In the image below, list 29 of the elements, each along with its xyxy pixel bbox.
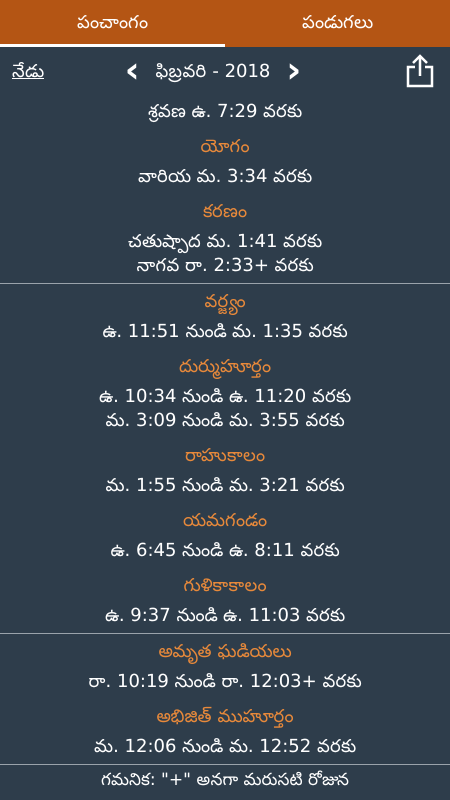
timing-text: ఉ. 9:37 నుండి ఉ. 11:03 వరకు [104, 604, 346, 628]
tab[interactable]: పండుగలు [225, 0, 450, 47]
section-heading: గుళికాకాలం [184, 574, 266, 598]
share-icon[interactable] [406, 54, 434, 88]
section-heading: అభిజిత్ ముహూర్తం [156, 705, 294, 730]
section-heading: అమృత ఘడియలు [158, 640, 292, 666]
timing-text: ఉ. 6:45 నుండి ఉ. 8:11 వరకు [110, 539, 340, 563]
timing-text: రా. 10:19 నుండి రా. 12:03+ వరకు [88, 670, 362, 694]
timing-text: శ్రవణ ఉ. 7:29 వరకు [148, 100, 302, 124]
today-link[interactable]: నేడు [12, 58, 44, 84]
timing-text: నాగవ రా. 2:33+ వరకు [136, 254, 314, 278]
timing-text: ఉ. 10:34 నుండి ఉ. 11:20 వరకు [99, 385, 351, 409]
timing-text: మ. 1:55 నుండి మ. 3:21 వరకు [106, 474, 344, 498]
tab[interactable]: పంచాంగం [0, 0, 225, 47]
timing-text: వారియ మ. 3:34 వరకు [138, 165, 312, 189]
timing-text: మ. 12:06 నుండి మ. 12:52 వరకు [94, 735, 356, 759]
section-heading: యోగం [200, 135, 250, 159]
month-title: ఫిబ్రవరి - 2018 [156, 60, 270, 84]
timing-text: చతుష్పాద మ. 1:41 వరకు [128, 230, 322, 254]
timing-text: ఉ. 11:51 నుండి మ. 1:35 వరకు [102, 320, 348, 344]
previous-month-button[interactable]: ‹ [124, 53, 140, 89]
section-heading: కరణం [203, 200, 247, 224]
section-heading: వర్జ్యం [204, 290, 246, 320]
section-heading: రాహుకాలం [185, 444, 265, 468]
section-heading: దుర్ముహూర్తం [179, 355, 271, 381]
next-month-button[interactable]: › [286, 53, 302, 89]
footnote: గమనిక: "+" అనగా మరుసటి రోజున [100, 769, 350, 792]
timing-text: మ. 3:09 నుండి మ. 3:55 వరకు [106, 409, 344, 433]
section-heading: యమగండం [183, 509, 267, 533]
